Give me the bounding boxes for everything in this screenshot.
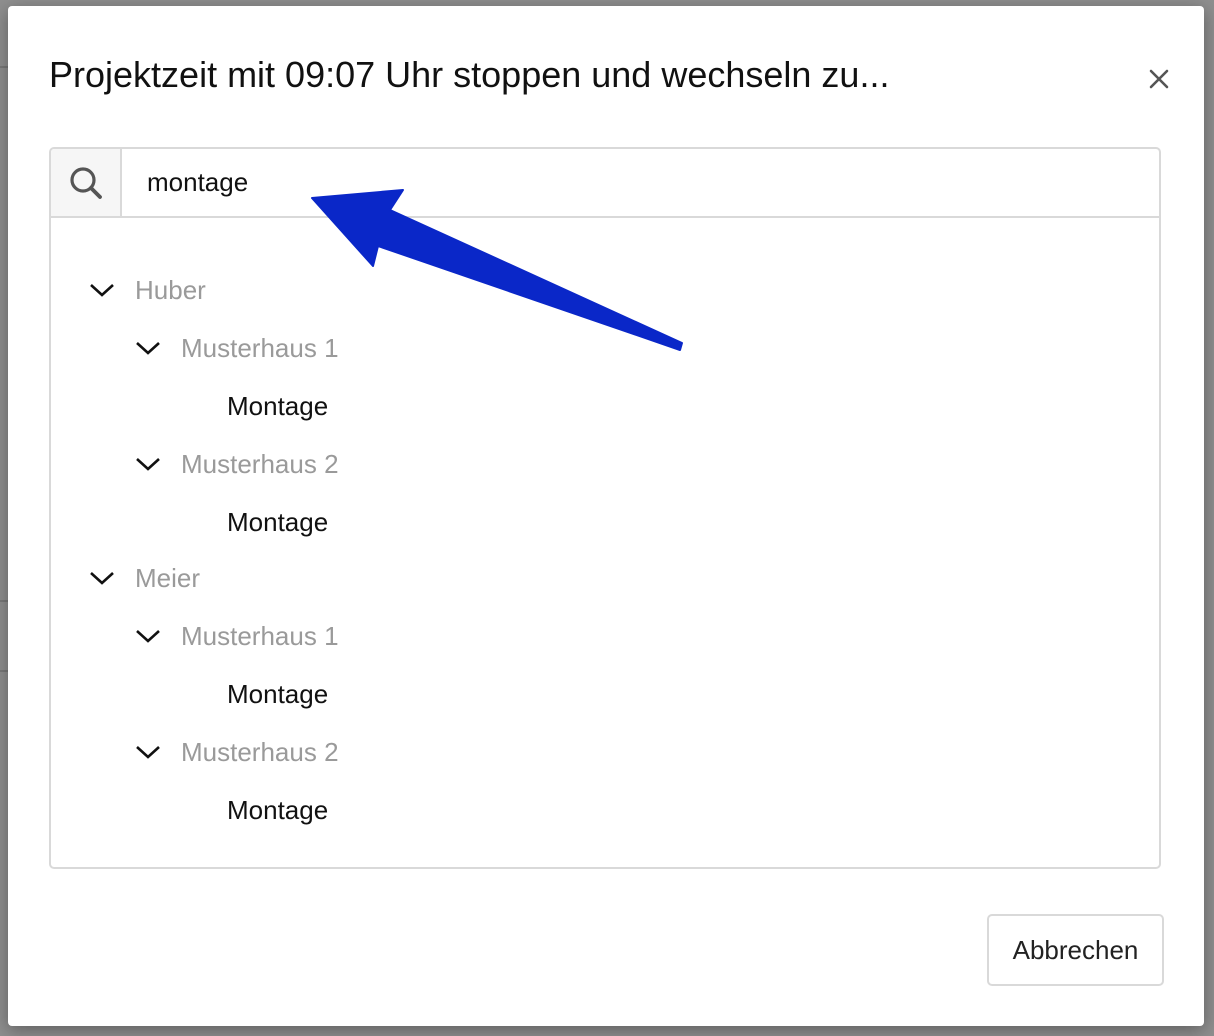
search-icon (69, 166, 102, 199)
backdrop-divider (0, 600, 8, 602)
tree-group-project[interactable]: Musterhaus 2 (135, 444, 339, 484)
tree-group-label: Musterhaus 2 (181, 448, 339, 479)
backdrop-divider (0, 670, 8, 672)
close-button[interactable] (1142, 62, 1176, 96)
chevron-down-icon (136, 630, 160, 643)
tree-item-task[interactable]: Montage (227, 674, 328, 714)
search-input[interactable] (122, 149, 1159, 216)
tree-group-label: Huber (135, 274, 206, 305)
close-icon (1149, 69, 1169, 89)
tree-item-label: Montage (227, 678, 329, 709)
search-bar (51, 149, 1159, 218)
chevron-down-icon (136, 458, 160, 471)
switch-project-dialog: Projektzeit mit 09:07 Uhr stoppen und we… (8, 6, 1204, 1026)
tree-group-customer[interactable]: Meier (89, 558, 200, 598)
chevron-down-icon (136, 342, 160, 355)
tree-group-label: Musterhaus 1 (181, 620, 339, 651)
cancel-button[interactable]: Abbrechen (987, 914, 1164, 986)
project-search-panel: Huber Musterhaus 1 Montage Musterhaus 2 … (49, 147, 1161, 869)
chevron-down-icon (90, 572, 114, 585)
tree-item-task[interactable]: Montage (227, 386, 328, 426)
dialog-title: Projektzeit mit 09:07 Uhr stoppen und we… (49, 54, 890, 95)
tree-group-customer[interactable]: Huber (89, 270, 206, 310)
tree-group-label: Musterhaus 2 (181, 736, 339, 767)
tree-item-label: Montage (227, 390, 329, 421)
tree-item-task[interactable]: Montage (227, 502, 328, 542)
tree-item-label: Montage (227, 506, 329, 537)
tree-item-task[interactable]: Montage (227, 790, 328, 830)
tree-group-project[interactable]: Musterhaus 1 (135, 328, 339, 368)
tree-group-label: Meier (135, 562, 201, 593)
tree-group-project[interactable]: Musterhaus 2 (135, 732, 339, 772)
search-addon (51, 149, 122, 216)
tree-group-project[interactable]: Musterhaus 1 (135, 616, 339, 656)
chevron-down-icon (90, 284, 114, 297)
backdrop-divider (0, 66, 8, 68)
tree-group-label: Musterhaus 1 (181, 332, 339, 363)
tree-item-label: Montage (227, 794, 329, 825)
chevron-down-icon (136, 746, 160, 759)
